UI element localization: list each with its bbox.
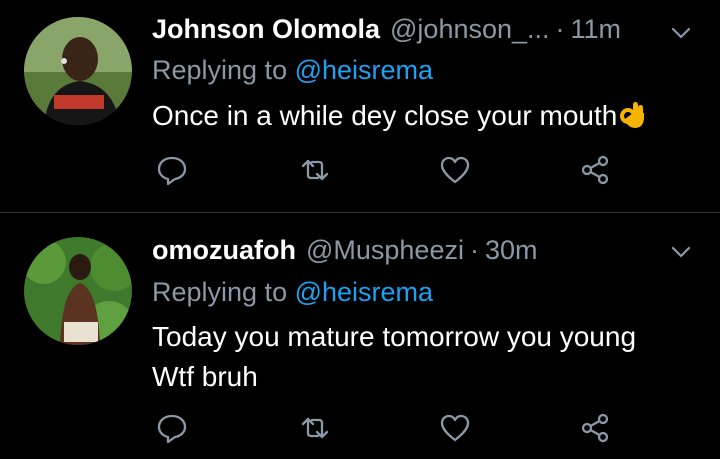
separator: ·	[469, 234, 479, 265]
replying-to: Replying to @heisrema	[152, 277, 433, 308]
chevron-down-icon[interactable]	[670, 241, 692, 263]
ok-hand-emoji	[619, 99, 647, 129]
like-icon[interactable]	[438, 153, 472, 187]
tweet-text: Once in a while dey close your mouth	[152, 96, 692, 136]
user-handle[interactable]: @johnson_...	[390, 14, 550, 45]
retweet-icon[interactable]	[298, 153, 332, 187]
share-icon[interactable]	[578, 153, 612, 187]
replying-prefix: Replying to	[152, 277, 288, 307]
mention-link[interactable]: @heisrema	[295, 277, 433, 307]
display-name[interactable]: omozuafoh	[152, 235, 296, 266]
user-handle[interactable]: @Muspheezi	[306, 235, 464, 266]
mention-link[interactable]: @heisrema	[295, 55, 433, 85]
chevron-down-icon[interactable]	[670, 22, 692, 44]
avatar[interactable]	[24, 237, 132, 345]
tweet-header: Johnson Olomola @johnson_... · 11m	[152, 12, 621, 46]
tweet-header: omozuafoh @Muspheezi · 30m	[152, 233, 538, 267]
tweet-text-line: Today you mature tomorrow you young	[152, 321, 637, 352]
reply-icon[interactable]	[155, 153, 189, 187]
replying-to: Replying to @heisrema	[152, 55, 433, 86]
avatar[interactable]	[24, 17, 132, 125]
like-icon[interactable]	[438, 411, 472, 445]
retweet-icon[interactable]	[298, 411, 332, 445]
tweet-actions	[0, 153, 720, 193]
tweet-actions	[0, 411, 720, 451]
reply-icon[interactable]	[155, 411, 189, 445]
tweet[interactable]: omozuafoh @Muspheezi · 30m Replying to @…	[0, 213, 720, 459]
tweet[interactable]: Johnson Olomola @johnson_... · 11m Reply…	[0, 0, 720, 212]
timestamp[interactable]: 11m	[571, 14, 622, 45]
tweet-text: Today you mature tomorrow you young Wtf …	[152, 317, 692, 397]
replying-prefix: Replying to	[152, 55, 288, 85]
separator: ·	[555, 13, 565, 44]
tweet-text-content: Once in a while dey close your mouth	[152, 100, 618, 131]
display-name[interactable]: Johnson Olomola	[152, 14, 380, 45]
timestamp[interactable]: 30m	[485, 235, 538, 266]
share-icon[interactable]	[578, 411, 612, 445]
tweet-text-line: Wtf bruh	[152, 361, 258, 392]
